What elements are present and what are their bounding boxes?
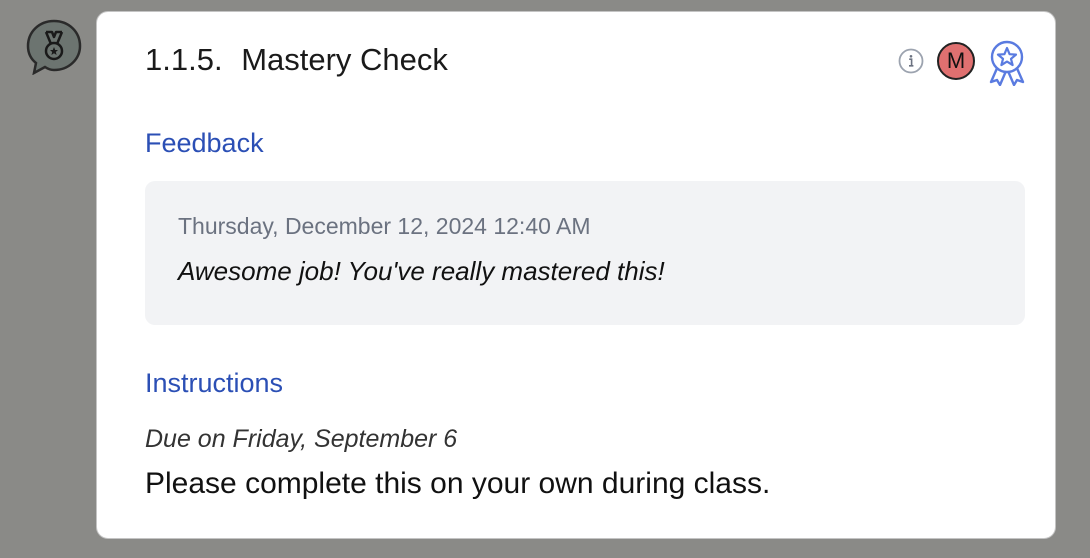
award-ribbon-icon[interactable] xyxy=(985,38,1029,87)
feedback-message: Awesome job! You've really mastered this… xyxy=(178,256,665,286)
info-icon[interactable] xyxy=(898,48,924,74)
feedback-box: Thursday, December 12, 2024 12:40 AM Awe… xyxy=(145,181,1025,325)
feedback-timestamp: Thursday, December 12, 2024 12:40 AM xyxy=(178,213,591,239)
assignment-title: 1.1.5. Mastery Check xyxy=(145,42,448,78)
due-date: Due on Friday, September 6 xyxy=(145,425,458,453)
instructions-text: Please complete this on your own during … xyxy=(145,467,771,500)
feedback-heading: Feedback xyxy=(145,128,264,158)
medal-chat-icon[interactable] xyxy=(26,19,82,76)
assignment-title-text: Mastery Check xyxy=(241,42,448,77)
assignment-number: 1.1.5. xyxy=(145,42,223,77)
assignment-card: 1.1.5. Mastery Check M Feedback Thursday… xyxy=(96,11,1056,539)
avatar[interactable]: M xyxy=(937,42,975,80)
instructions-heading: Instructions xyxy=(145,368,284,398)
